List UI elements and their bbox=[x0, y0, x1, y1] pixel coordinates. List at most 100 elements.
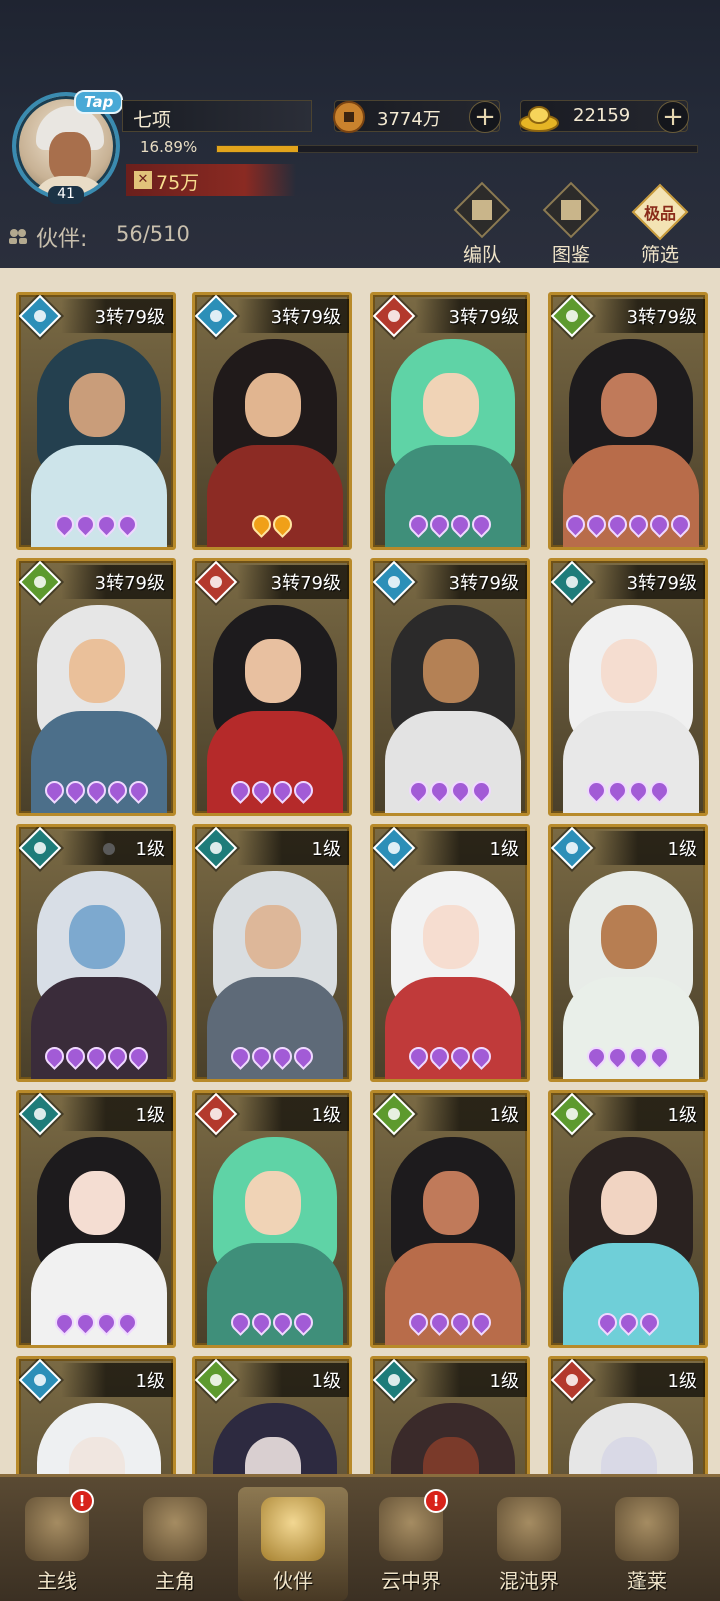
star-rating bbox=[373, 1043, 527, 1073]
dark-element-icon bbox=[19, 1093, 62, 1136]
flame-star-icon bbox=[604, 511, 631, 538]
flame-star-icon bbox=[72, 1309, 99, 1336]
star-rating bbox=[373, 511, 527, 541]
partner-level: 3转79级 bbox=[448, 307, 519, 328]
partner-card[interactable]: 1级 bbox=[192, 1356, 352, 1474]
partner-card[interactable]: 1级 bbox=[192, 824, 352, 1082]
flame-star-icon bbox=[583, 1043, 610, 1070]
partner-helmet-icon bbox=[261, 1497, 325, 1561]
star-rating bbox=[195, 1309, 349, 1339]
water-element-icon bbox=[373, 561, 416, 604]
partner-card[interactable]: 1级 bbox=[370, 1356, 530, 1474]
nav-item-0[interactable]: 主线! bbox=[2, 1487, 112, 1601]
partner-card[interactable]: 3转79级 bbox=[16, 558, 176, 816]
partner-card[interactable]: 1级 bbox=[370, 824, 530, 1082]
scroll-icon bbox=[542, 181, 600, 239]
filter-label: 筛选 bbox=[640, 244, 679, 266]
partner-count-value: 56/510 bbox=[116, 222, 190, 246]
flame-star-icon bbox=[114, 1309, 141, 1336]
partner-card[interactable]: 1级 bbox=[370, 1090, 530, 1348]
partner-card[interactable]: 1级 bbox=[16, 1090, 176, 1348]
nav-item-1[interactable]: 主角 bbox=[120, 1487, 230, 1601]
flame-star-icon bbox=[290, 777, 317, 804]
water-element-icon bbox=[19, 295, 62, 338]
partner-card[interactable]: 1级 bbox=[548, 824, 708, 1082]
water-element-icon bbox=[373, 827, 416, 870]
partner-card[interactable]: 3转79级 bbox=[548, 292, 708, 550]
coin-value: 3774万 bbox=[377, 109, 441, 130]
partner-level: 3转79级 bbox=[626, 573, 697, 594]
star-rating bbox=[551, 777, 705, 807]
flame-star-icon bbox=[51, 511, 78, 538]
nav-item-2[interactable]: 伙伴 bbox=[238, 1487, 348, 1601]
star-rating bbox=[19, 1043, 173, 1073]
flame-star-icon bbox=[405, 777, 432, 804]
add-gold-button[interactable]: + bbox=[657, 101, 689, 133]
partner-level: 1级 bbox=[489, 1105, 519, 1126]
partner-portrait-face bbox=[601, 373, 657, 437]
partner-grid[interactable]: 3转79级 3转79级 3转79级 3转79级 3转79级 3转79级 3转79级 3转79级… bbox=[0, 268, 720, 1474]
partner-portrait-face bbox=[69, 373, 125, 437]
partner-level: 3转79级 bbox=[626, 307, 697, 328]
star-rating bbox=[19, 1309, 173, 1339]
partner-card[interactable]: 1级 bbox=[16, 1356, 176, 1474]
add-coins-button[interactable]: + bbox=[469, 101, 501, 133]
nav-item-5[interactable]: 蓬莱 bbox=[592, 1487, 702, 1601]
alert-badge-icon: ! bbox=[70, 1489, 94, 1513]
partner-card[interactable]: 1级 bbox=[192, 1090, 352, 1348]
partner-card[interactable]: 1级 bbox=[16, 824, 176, 1082]
partner-card[interactable]: 3转79级 bbox=[548, 558, 708, 816]
partner-level: 1级 bbox=[135, 839, 165, 860]
team-label: 编队 bbox=[462, 244, 501, 266]
filter-button[interactable]: 极品 筛选 bbox=[626, 183, 694, 266]
flame-star-icon bbox=[468, 1043, 495, 1070]
flame-star-icon bbox=[604, 1043, 631, 1070]
partner-level: 3转79级 bbox=[448, 573, 519, 594]
partner-card[interactable]: 3转79级 bbox=[192, 558, 352, 816]
fire-element-icon bbox=[373, 295, 416, 338]
flame-star-icon bbox=[447, 1309, 474, 1336]
flame-star-icon bbox=[248, 1309, 275, 1336]
wood-element-icon bbox=[373, 1093, 416, 1136]
star-rating bbox=[195, 1043, 349, 1073]
partner-card[interactable]: 1级 bbox=[548, 1356, 708, 1474]
combat-power-value: 75万 bbox=[156, 172, 200, 194]
fire-element-icon bbox=[195, 1093, 238, 1136]
partner-level: 3转79级 bbox=[94, 307, 165, 328]
flame-star-icon bbox=[667, 511, 694, 538]
flame-star-icon bbox=[405, 511, 432, 538]
flame-star-icon bbox=[562, 511, 589, 538]
flame-star-icon bbox=[447, 511, 474, 538]
flame-star-icon bbox=[227, 777, 254, 804]
flame-star-icon bbox=[625, 1043, 652, 1070]
flame-star-icon bbox=[124, 777, 152, 804]
flame-star-icon bbox=[103, 1043, 131, 1070]
partner-card[interactable]: 3转79级 bbox=[370, 558, 530, 816]
gallery-button[interactable]: 图鉴 bbox=[537, 181, 605, 266]
partner-level: 1级 bbox=[135, 1105, 165, 1126]
flame-star-icon bbox=[72, 511, 99, 538]
copper-coin-icon bbox=[333, 101, 365, 133]
nav-item-4[interactable]: 混沌界 bbox=[474, 1487, 584, 1601]
partner-card[interactable]: 3转79级 bbox=[192, 292, 352, 550]
gold-value: 22159 bbox=[573, 105, 631, 126]
coin-currency: 3774万 + bbox=[333, 100, 501, 133]
flame-star-icon bbox=[82, 1043, 110, 1070]
nav-item-3[interactable]: 云中界! bbox=[356, 1487, 466, 1601]
partner-portrait-face bbox=[245, 1171, 301, 1235]
partner-portrait-face bbox=[423, 905, 479, 969]
star-rating bbox=[195, 777, 349, 807]
partner-portrait-face bbox=[601, 639, 657, 703]
player-avatar[interactable]: Tap 41 bbox=[12, 90, 124, 204]
team-button[interactable]: 编队 bbox=[448, 181, 516, 266]
wood-element-icon bbox=[195, 1359, 238, 1402]
partner-portrait-face bbox=[601, 1171, 657, 1235]
flame-star-icon bbox=[40, 777, 68, 804]
flame-star-icon bbox=[269, 511, 296, 538]
flame-star-icon bbox=[61, 777, 89, 804]
partner-card[interactable]: 3转79级 bbox=[370, 292, 530, 550]
partner-card[interactable]: 1级 bbox=[548, 1090, 708, 1348]
exp-progress-bar bbox=[216, 145, 698, 153]
flame-star-icon bbox=[124, 1043, 152, 1070]
partner-card[interactable]: 3转79级 bbox=[16, 292, 176, 550]
